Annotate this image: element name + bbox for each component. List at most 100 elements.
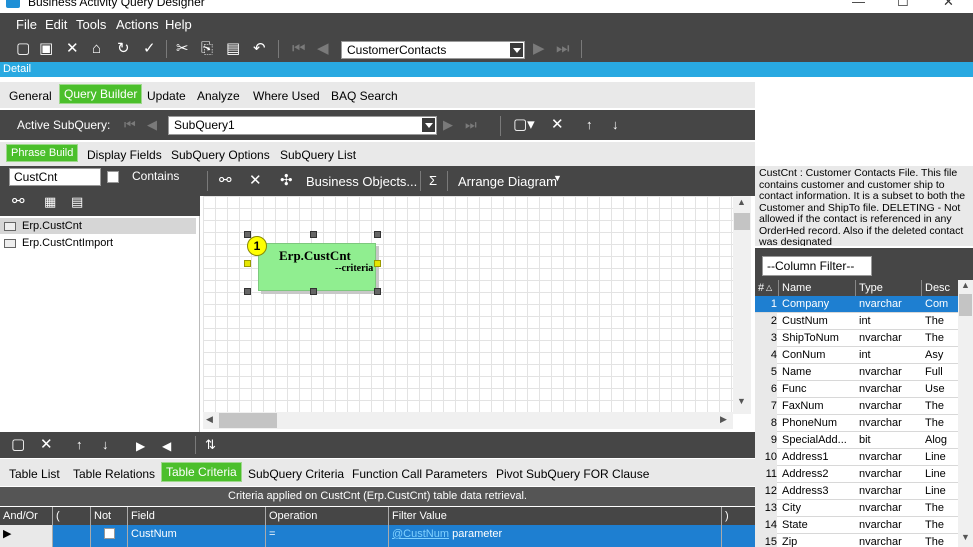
tab-table-list[interactable]: Table List <box>9 467 60 481</box>
column-row[interactable]: 10 Address1 nvarchar Line <box>755 449 958 466</box>
row-selector[interactable]: ▶ <box>0 525 52 547</box>
outdent-icon[interactable]: ◀ <box>162 438 171 454</box>
tab-subquery-list[interactable]: SubQuery List <box>280 148 356 162</box>
column-filter-input[interactable]: --Column Filter-- <box>762 256 872 276</box>
column-row[interactable]: 8 PhoneNum nvarchar The <box>755 415 958 432</box>
calculator-icon[interactable]: ▤ <box>71 194 83 210</box>
move-up-icon[interactable]: ↑ <box>76 437 83 453</box>
tab-analyze[interactable]: Analyze <box>197 89 240 103</box>
header-operation[interactable]: Operation <box>265 507 388 525</box>
relation-icon[interactable]: ⚯ <box>219 173 232 189</box>
tab-phrase-build[interactable]: Phrase Build <box>6 144 79 162</box>
table-view-icon[interactable]: ▦ <box>44 194 56 210</box>
remove-table-icon[interactable]: ✕ <box>249 173 262 189</box>
header-not[interactable]: Not <box>90 507 127 525</box>
last-record-icon[interactable]: ⏭ <box>556 41 570 57</box>
header-field[interactable]: Field <box>127 507 265 525</box>
previous-subquery-icon[interactable]: ◀ <box>147 117 157 133</box>
new-icon[interactable]: ▢ <box>16 41 30 57</box>
new-criteria-icon[interactable]: ▢ <box>11 437 25 453</box>
filter-parameter-link[interactable]: @CustNum <box>392 528 449 540</box>
resize-handle[interactable] <box>310 231 317 238</box>
next-subquery-icon[interactable]: ▶ <box>443 117 453 133</box>
column-row[interactable]: 14 State nvarchar The <box>755 517 958 534</box>
previous-record-icon[interactable]: ◀ <box>317 41 329 57</box>
tab-table-criteria[interactable]: Table Criteria <box>161 462 242 482</box>
menu-file[interactable]: File <box>16 17 37 32</box>
resize-handle[interactable] <box>244 288 251 295</box>
menu-actions[interactable]: Actions <box>116 17 159 32</box>
criteria-row[interactable]: ▶ CustNum = @CustNum parameter <box>0 525 755 547</box>
chevron-down-icon[interactable] <box>510 43 523 57</box>
maximize-button[interactable]: ☐ <box>897 0 909 10</box>
cell-field[interactable]: CustNum <box>127 525 265 547</box>
delete-criteria-icon[interactable]: ✕ <box>40 437 53 453</box>
tab-subquery-options[interactable]: SubQuery Options <box>171 148 270 162</box>
resize-handle[interactable] <box>310 288 317 295</box>
header-close-paren[interactable]: ) <box>721 507 755 525</box>
first-subquery-icon[interactable]: ⏮ <box>124 117 136 133</box>
table-search-input[interactable]: CustCnt <box>9 168 101 186</box>
tab-query-builder[interactable]: Query Builder <box>59 84 143 104</box>
header-open-paren[interactable]: ( <box>52 507 90 525</box>
link-icon[interactable]: ⚯ <box>12 194 25 210</box>
tab-function-call-parameters[interactable]: Function Call Parameters <box>352 467 487 481</box>
col-header-name[interactable]: Name <box>778 280 855 296</box>
query-diagram-canvas[interactable] <box>203 196 751 414</box>
diagram-horizontal-scrollbar[interactable]: ◀ ▶ <box>203 412 733 429</box>
save-icon[interactable]: ▣ <box>39 41 53 57</box>
tab-update[interactable]: Update <box>147 89 186 103</box>
column-row[interactable]: 11 Address2 nvarchar Line <box>755 466 958 483</box>
column-row[interactable]: 2 CustNum int The <box>755 313 958 330</box>
sort-icon[interactable]: ⇅ <box>205 437 216 453</box>
new-subquery-icon[interactable]: ▢▾ <box>513 117 535 133</box>
subquery-combo[interactable]: SubQuery1 <box>168 116 437 135</box>
arrange-diagram-button[interactable]: Arrange Diagram <box>458 174 557 189</box>
column-row[interactable]: 1 Company nvarchar Com <box>755 296 958 313</box>
cell-filter-value[interactable]: @CustNum parameter <box>388 525 721 547</box>
paste-icon[interactable]: ▤ <box>226 41 240 57</box>
business-objects-icon[interactable]: ✣ <box>280 173 293 189</box>
delete-subquery-icon[interactable]: ✕ <box>551 117 564 133</box>
col-header-type[interactable]: Type <box>855 280 921 296</box>
resize-handle[interactable] <box>374 288 381 295</box>
cut-icon[interactable]: ✂ <box>176 41 189 57</box>
column-row[interactable]: 5 Name nvarchar Full <box>755 364 958 381</box>
not-checkbox[interactable] <box>104 528 115 539</box>
menu-edit[interactable]: Edit <box>45 17 67 32</box>
undo-icon[interactable]: ↶ <box>253 41 266 57</box>
tab-table-relations[interactable]: Table Relations <box>73 467 155 481</box>
menu-help[interactable]: Help <box>165 17 192 32</box>
query-combo[interactable]: CustomerContacts <box>341 41 525 59</box>
diagram-table-node[interactable]: Erp.CustCnt --criteria <box>258 243 376 291</box>
column-row[interactable]: 9 SpecialAdd... bit Alog <box>755 432 958 449</box>
column-row[interactable]: 12 Address3 nvarchar Line <box>755 483 958 500</box>
move-down-icon[interactable]: ↓ <box>612 117 619 133</box>
move-down-icon[interactable]: ↓ <box>102 437 109 453</box>
column-row[interactable]: 4 ConNum int Asy <box>755 347 958 364</box>
columns-vertical-scrollbar[interactable]: ▲ ▼ <box>958 280 973 547</box>
resize-handle[interactable] <box>244 260 251 267</box>
cell-not[interactable] <box>90 525 127 547</box>
resize-handle[interactable] <box>244 231 251 238</box>
cell-close-paren[interactable] <box>721 525 755 547</box>
next-record-icon[interactable]: ▶ <box>533 41 545 57</box>
table-item-custcntimport[interactable]: Erp.CustCntImport <box>0 235 196 251</box>
attachment-icon[interactable]: ⌂ <box>92 41 101 57</box>
minimize-button[interactable]: — <box>852 0 865 9</box>
column-row[interactable]: 6 Func nvarchar Use <box>755 381 958 398</box>
move-up-icon[interactable]: ↑ <box>586 117 593 133</box>
chevron-down-icon[interactable] <box>422 118 435 132</box>
menu-tools[interactable]: Tools <box>76 17 106 32</box>
column-row[interactable]: 3 ShipToNum nvarchar The <box>755 330 958 347</box>
last-subquery-icon[interactable]: ⏭ <box>465 117 477 133</box>
tab-where-used[interactable]: Where Used <box>253 89 320 103</box>
column-row[interactable]: 7 FaxNum nvarchar The <box>755 398 958 415</box>
business-objects-button[interactable]: Business Objects... <box>306 174 417 189</box>
tab-general[interactable]: General <box>9 89 52 103</box>
contains-checkbox[interactable] <box>107 171 119 183</box>
delete-icon[interactable]: ✕ <box>66 41 79 57</box>
diagram-vertical-scrollbar[interactable]: ▲ ▼ <box>733 196 751 414</box>
indent-icon[interactable]: ▶ <box>136 438 145 454</box>
column-row[interactable]: 13 City nvarchar The <box>755 500 958 517</box>
